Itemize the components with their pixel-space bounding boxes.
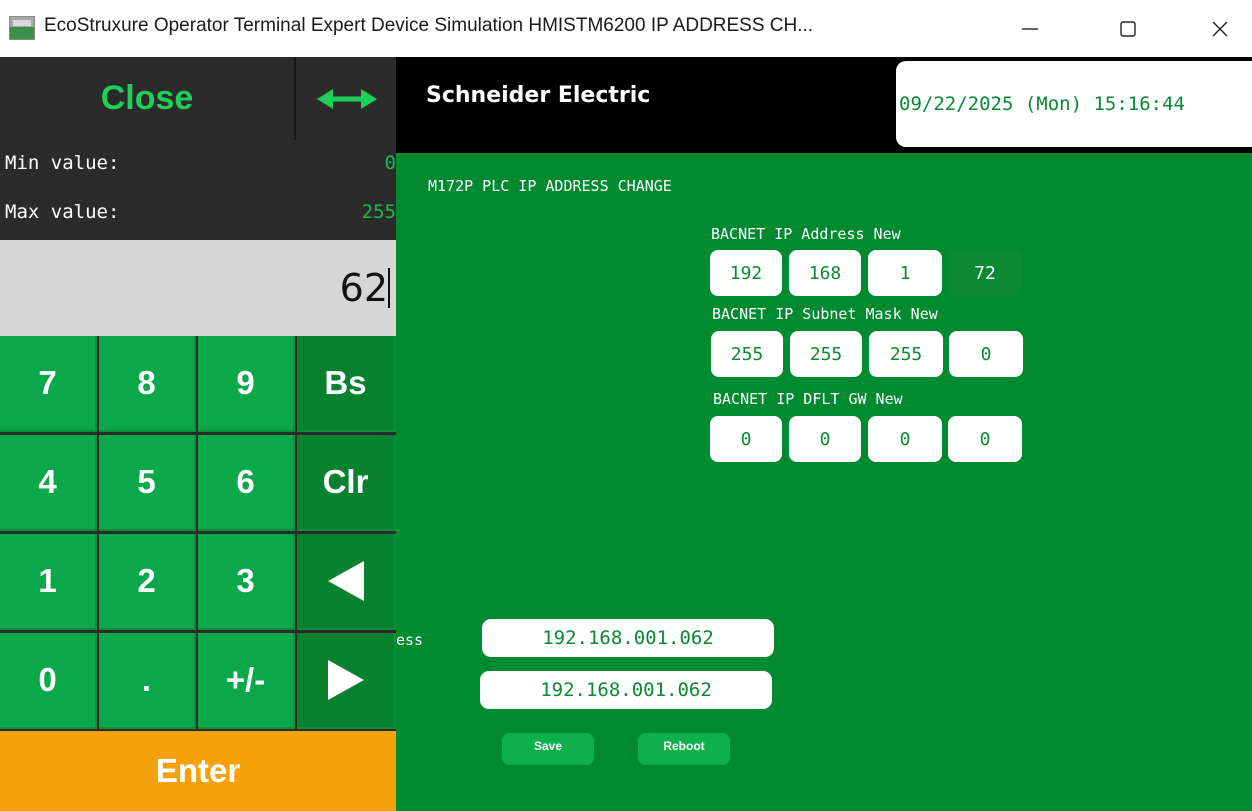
octet-value: 0	[979, 428, 991, 450]
key-clear[interactable]: Clr	[297, 435, 396, 531]
octet-value: 1	[899, 262, 911, 284]
hmi-app-icon	[9, 16, 35, 40]
gateway-octet-4[interactable]: 0	[948, 416, 1022, 462]
ip-address-new-label: BACNET IP Address New	[711, 225, 901, 243]
window-title-bar: EcoStruxure Operator Terminal Expert Dev…	[0, 0, 1252, 57]
subnet-mask-octet-3[interactable]: 255	[869, 331, 943, 377]
minimize-icon	[1022, 27, 1038, 30]
left-right-arrow-icon	[317, 88, 377, 109]
octet-value: 192	[729, 262, 763, 284]
numeric-keypad: Close Min value: 0 Max value: 255 62 7 8…	[0, 57, 396, 811]
maximize-button[interactable]	[1098, 0, 1158, 57]
close-window-button[interactable]	[1190, 0, 1250, 57]
subnet-mask-octet-1[interactable]: 255	[711, 331, 783, 377]
maximize-icon	[1120, 20, 1136, 37]
current-ip-value: 192.168.001.062	[540, 679, 712, 701]
ip-address-octet-1[interactable]: 192	[710, 250, 782, 296]
current-ip-value: 192.168.001.062	[542, 627, 714, 649]
key-8[interactable]: 8	[99, 336, 196, 432]
current-ip-label-partial: ess	[396, 631, 424, 649]
keypad-close-button[interactable]: Close	[0, 57, 296, 140]
max-value: 255	[361, 201, 396, 223]
current-ip-address-field-2: 192.168.001.062	[480, 671, 772, 709]
key-4[interactable]: 4	[0, 435, 97, 531]
key-2[interactable]: 2	[99, 534, 196, 630]
key-9[interactable]: 9	[198, 336, 295, 432]
key-5[interactable]: 5	[99, 435, 196, 531]
max-value-label: Max value:	[5, 201, 120, 223]
octet-value: 0	[899, 428, 911, 450]
minimize-button[interactable]	[1000, 0, 1060, 57]
min-value-label: Min value:	[5, 152, 120, 174]
subnet-mask-octet-2[interactable]: 255	[790, 331, 862, 377]
subnet-mask-octet-4[interactable]: 0	[949, 331, 1023, 377]
ip-address-octet-2[interactable]: 168	[789, 250, 861, 296]
ip-address-octet-3[interactable]: 1	[868, 250, 942, 296]
keypad-display: 62	[0, 240, 396, 336]
key-cursor-left[interactable]	[297, 534, 396, 630]
right-triangle-icon	[327, 660, 364, 700]
keypad-move-handle[interactable]	[298, 57, 396, 140]
gateway-octet-2[interactable]: 0	[789, 416, 861, 462]
save-button[interactable]: Save	[502, 733, 594, 765]
subnet-mask-new-label: BACNET IP Subnet Mask New	[712, 305, 938, 323]
current-ip-address-field: 192.168.001.062	[482, 619, 774, 657]
ip-address-octet-4[interactable]: 72	[948, 250, 1022, 296]
window-title: EcoStruxure Operator Terminal Expert Dev…	[44, 15, 814, 36]
header-banner: Schneider Electric 09/22/2025 (Mon) 15:1…	[396, 57, 1252, 153]
octet-value: 255	[809, 343, 843, 365]
close-icon	[1212, 21, 1228, 36]
keypad-entry-value: 62	[339, 266, 390, 310]
octet-value: 0	[740, 428, 752, 450]
brand-name: Schneider Electric	[426, 83, 651, 108]
reboot-button[interactable]: Reboot	[638, 733, 730, 765]
date-time-display: 09/22/2025 (Mon) 15:16:44	[896, 61, 1252, 147]
key-1[interactable]: 1	[0, 534, 97, 630]
octet-value: 72	[974, 262, 996, 284]
key-decimal[interactable]: .	[99, 633, 196, 729]
octet-value: 255	[889, 343, 923, 365]
page-title: M172P PLC IP ADDRESS CHANGE	[428, 177, 672, 195]
key-6[interactable]: 6	[198, 435, 295, 531]
key-plus-minus[interactable]: +/-	[198, 633, 295, 729]
gateway-octet-3[interactable]: 0	[868, 416, 942, 462]
octet-value: 255	[730, 343, 764, 365]
enter-button[interactable]: Enter	[0, 731, 396, 811]
octet-value: 0	[980, 343, 992, 365]
octet-value: 168	[808, 262, 842, 284]
octet-value: 0	[819, 428, 831, 450]
key-cursor-right[interactable]	[297, 633, 396, 729]
key-7[interactable]: 7	[0, 336, 97, 432]
left-triangle-icon	[327, 561, 364, 601]
key-0[interactable]: 0	[0, 633, 97, 729]
gateway-octet-1[interactable]: 0	[710, 416, 782, 462]
key-3[interactable]: 3	[198, 534, 295, 630]
min-value: 0	[384, 152, 396, 174]
keypad-limits: Min value: 0 Max value: 255	[0, 140, 396, 240]
default-gateway-new-label: BACNET IP DFLT GW New	[713, 390, 903, 408]
key-backspace[interactable]: Bs	[297, 336, 396, 432]
